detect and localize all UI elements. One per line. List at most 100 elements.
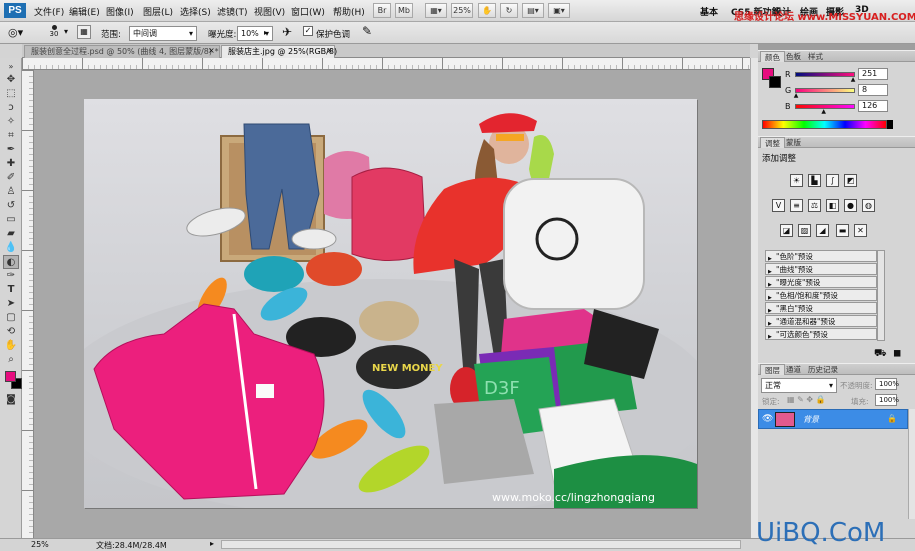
- type-tool-icon[interactable]: T: [3, 283, 19, 297]
- spectrum-black[interactable]: [887, 120, 893, 129]
- layer-name[interactable]: 背景: [803, 414, 819, 425]
- crop-tool-icon[interactable]: ⌗: [3, 129, 19, 143]
- bridge-button[interactable]: Br: [373, 3, 391, 18]
- workspace-essentials[interactable]: 基本: [700, 5, 718, 18]
- return-to-list-icon[interactable]: ⛟: [874, 348, 887, 361]
- exposure-icon[interactable]: ◩: [844, 174, 857, 187]
- threshold-icon[interactable]: ◢: [816, 224, 829, 237]
- channel-r-value[interactable]: 251: [858, 68, 888, 80]
- tab-close-icon[interactable]: ×: [208, 46, 215, 55]
- brush-preview[interactable]: 30: [46, 24, 62, 42]
- tab-swatches[interactable]: 色板: [782, 51, 805, 62]
- status-arrow-icon[interactable]: ▸: [210, 539, 214, 548]
- exposure-presets[interactable]: "曝光度"预设: [765, 276, 877, 291]
- menu-layer[interactable]: 图层(L): [143, 5, 173, 18]
- brush-panel-icon[interactable]: ▦: [77, 25, 91, 39]
- channel-mixer-presets[interactable]: "通道混和器"预设: [765, 315, 877, 330]
- minibridge-button[interactable]: Mb: [395, 3, 413, 18]
- rotate-view-button[interactable]: ↻: [500, 3, 518, 18]
- channel-g-value[interactable]: 8: [858, 84, 888, 96]
- zoom-dropdown[interactable]: 25%: [451, 3, 473, 18]
- color-spectrum-bar[interactable]: [762, 120, 887, 129]
- dodge-tool-preset-icon[interactable]: ◎▾: [8, 25, 34, 41]
- move-tool-icon[interactable]: ✥: [3, 73, 19, 87]
- channel-r-marker-icon[interactable]: ▲: [851, 76, 856, 83]
- brush-tool-icon[interactable]: ✐: [3, 171, 19, 185]
- invert-icon[interactable]: ◪: [780, 224, 793, 237]
- tab-channels[interactable]: 通道: [782, 364, 805, 375]
- hand-tool-button[interactable]: ✋: [478, 3, 496, 18]
- quick-select-tool-icon[interactable]: ✧: [3, 115, 19, 129]
- gradient-tool-icon[interactable]: ▰: [3, 227, 19, 241]
- selective-color-presets[interactable]: "可选颜色"预设: [765, 328, 877, 343]
- exposure-arrow-icon[interactable]: ▸: [264, 28, 268, 37]
- presets-scrollbar[interactable]: [877, 250, 885, 341]
- menu-window[interactable]: 窗口(W): [291, 5, 325, 18]
- path-select-tool-icon[interactable]: ➤: [3, 297, 19, 311]
- hand-tool-icon[interactable]: ✋: [3, 339, 19, 353]
- channel-b-value[interactable]: 126: [858, 100, 888, 112]
- lock-icons[interactable]: ▦ ✎ ✥ 🔒: [787, 395, 826, 404]
- clone-stamp-tool-icon[interactable]: ♙: [3, 185, 19, 199]
- menu-filter[interactable]: 滤镜(T): [217, 5, 248, 18]
- healing-brush-tool-icon[interactable]: ✚: [3, 157, 19, 171]
- menu-help[interactable]: 帮助(H): [333, 5, 365, 18]
- levels-icon[interactable]: ▙: [808, 174, 821, 187]
- zoom-tool-icon[interactable]: ⌕: [3, 353, 19, 367]
- lasso-tool-icon[interactable]: ↄ: [3, 101, 19, 115]
- toolbox-collapse-icon[interactable]: »: [3, 60, 19, 74]
- quick-mask-icon[interactable]: ◙: [3, 393, 19, 407]
- vertical-scrollbar[interactable]: [750, 58, 758, 538]
- tab-close-icon[interactable]: ×: [326, 46, 333, 55]
- brush-dropdown-icon[interactable]: ▾: [64, 27, 68, 36]
- channel-b-marker-icon[interactable]: ▲: [821, 108, 826, 115]
- menu-file[interactable]: 文件(F): [34, 5, 64, 18]
- arrange-documents-button[interactable]: ▤▾: [522, 3, 544, 18]
- clip-to-layer-icon[interactable]: ◼: [893, 348, 901, 359]
- eyedropper-tool-icon[interactable]: ✒: [3, 143, 19, 157]
- channel-g-slider[interactable]: [795, 88, 855, 93]
- status-zoom[interactable]: 25%: [31, 540, 49, 549]
- channel-mixer-icon[interactable]: ◍: [862, 199, 875, 212]
- tab-styles[interactable]: 样式: [804, 51, 827, 62]
- posterize-icon[interactable]: ▨: [798, 224, 811, 237]
- brightness-contrast-icon[interactable]: ☀: [790, 174, 803, 187]
- tab-masks[interactable]: 蒙版: [782, 137, 805, 148]
- marquee-tool-icon[interactable]: ⬚: [3, 87, 19, 101]
- menu-select[interactable]: 选择(S): [180, 5, 211, 18]
- menu-edit[interactable]: 编辑(E): [69, 5, 100, 18]
- tablet-pressure-icon[interactable]: ✎: [362, 24, 372, 38]
- selective-color-icon[interactable]: ✕: [854, 224, 867, 237]
- menu-image[interactable]: 图像(I): [106, 5, 134, 18]
- history-brush-tool-icon[interactable]: ↺: [3, 199, 19, 213]
- layer-row-background[interactable]: 👁 背景 🔒: [758, 409, 908, 429]
- gradient-map-icon[interactable]: ▬: [836, 224, 849, 237]
- menu-view[interactable]: 视图(V): [254, 5, 285, 18]
- 3d-rotate-tool-icon[interactable]: ⟲: [3, 325, 19, 339]
- pen-tool-icon[interactable]: ✑: [3, 269, 19, 283]
- horizontal-scrollbar[interactable]: [221, 540, 741, 549]
- view-extras-button[interactable]: ▦▾: [425, 3, 447, 18]
- hue-saturation-presets[interactable]: "色相/饱和度"预设: [765, 289, 877, 304]
- black-white-icon[interactable]: ◧: [826, 199, 839, 212]
- color-panel-background-swatch[interactable]: [769, 76, 781, 88]
- color-balance-icon[interactable]: ⚖: [808, 199, 821, 212]
- black-white-presets[interactable]: "黑白"预设: [765, 302, 877, 317]
- eraser-tool-icon[interactable]: ▭: [3, 213, 19, 227]
- channel-r-slider[interactable]: [795, 72, 855, 77]
- blur-tool-icon[interactable]: 💧: [3, 241, 19, 255]
- curves-presets[interactable]: "曲线"预设: [765, 263, 877, 278]
- dodge-tool-icon[interactable]: ◐: [3, 255, 19, 269]
- channel-g-marker-icon[interactable]: ▲: [794, 92, 799, 99]
- shape-tool-icon[interactable]: ▢: [3, 311, 19, 325]
- protect-tones-checkbox[interactable]: ✓: [303, 26, 313, 36]
- document-canvas[interactable]: NEW MONEY D3F www.moko.cc/lingzhongqiang: [84, 99, 697, 508]
- opacity-value[interactable]: 100%: [875, 378, 899, 390]
- hue-saturation-icon[interactable]: ≡: [790, 199, 803, 212]
- layers-scrollbar[interactable]: [908, 409, 915, 519]
- tab-document-1[interactable]: 服装创意全过程.psd @ 50% (曲线 4, 图层蒙版/8) *: [24, 45, 220, 58]
- tab-document-2[interactable]: 服装店主.jpg @ 25%(RGB/8): [221, 45, 337, 58]
- airbrush-icon[interactable]: ✈: [282, 25, 292, 39]
- range-select[interactable]: 中间调: [129, 26, 197, 41]
- vibrance-icon[interactable]: V: [772, 199, 785, 212]
